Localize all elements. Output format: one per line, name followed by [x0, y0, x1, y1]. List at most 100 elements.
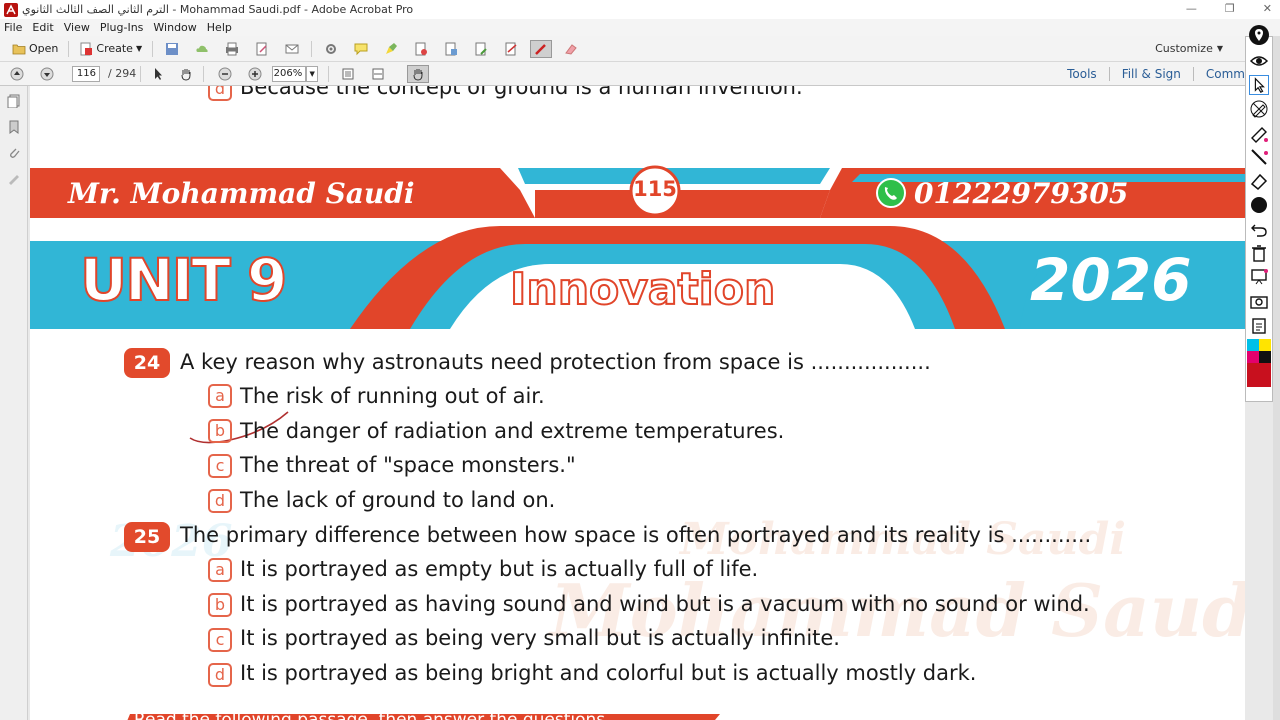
zoom-in-icon[interactable]	[248, 67, 262, 81]
document-page: Mohammad Saudi Mohammad Saudi 2026 d Bec…	[30, 86, 1245, 720]
highlighter-icon[interactable]	[1249, 123, 1269, 143]
open-button[interactable]: Open	[6, 39, 64, 59]
page-number-input[interactable]: 116	[72, 65, 100, 82]
year-label: 2026	[1030, 246, 1192, 314]
select-arrow-icon[interactable]	[151, 67, 165, 81]
question-number-badge: 25	[124, 522, 170, 552]
close-button[interactable]: ✕	[1263, 2, 1272, 15]
eye-icon[interactable]	[1249, 51, 1269, 71]
signatures-icon[interactable]	[7, 172, 21, 186]
maximize-button[interactable]: ❐	[1225, 2, 1235, 15]
option-text: It is portrayed as empty but is actually…	[240, 557, 759, 581]
separator	[152, 40, 154, 57]
previous-page-icon[interactable]	[10, 67, 24, 81]
clipboard-icon[interactable]	[1249, 315, 1269, 335]
separator	[1192, 67, 1194, 81]
line-tool-icon[interactable]	[1249, 147, 1269, 167]
menu-plugins[interactable]: Plug-Ins	[100, 21, 144, 34]
title-bar: الترم الثاني الصف الثالث الثانوي - Moham…	[0, 0, 1280, 19]
open-label: Open	[29, 42, 59, 55]
option-letter-badge: a	[208, 558, 232, 582]
attach-file-icon[interactable]	[444, 42, 458, 56]
stamp-icon[interactable]	[414, 42, 428, 56]
color-swatch-yellow[interactable]	[1259, 339, 1271, 351]
cursor-arrow-icon[interactable]	[1249, 75, 1269, 95]
color-swatch-magenta[interactable]	[1247, 351, 1259, 363]
bottom-section-heading: Read the following passage, then answer …	[134, 710, 606, 720]
color-dot-icon[interactable]	[1249, 195, 1269, 215]
create-label: Create	[96, 42, 133, 55]
create-button[interactable]: Create ▼	[73, 39, 148, 59]
zoom-out-icon[interactable]	[218, 67, 232, 81]
sign-icon[interactable]	[504, 42, 518, 56]
color-swatch-red[interactable]	[1247, 363, 1271, 387]
navigation-toolbar: 116 / 294 206% ▼ Tools Fill & Sign Comm	[0, 62, 1245, 86]
teacher-name: Mr. Mohammad Saudi	[68, 177, 415, 210]
color-swatch-cyan[interactable]	[1247, 339, 1259, 351]
tools-link[interactable]: Tools	[1067, 67, 1097, 81]
upload-cloud-icon[interactable]	[195, 42, 209, 56]
camera-icon[interactable]	[1249, 291, 1269, 311]
vertical-scrollbar[interactable]	[1273, 36, 1280, 720]
folder-icon	[12, 44, 26, 54]
minimize-button[interactable]: —	[1186, 2, 1197, 15]
whiteboard-icon[interactable]	[1249, 267, 1269, 287]
page-thumbnails-icon[interactable]	[7, 94, 21, 108]
question-number-badge: 24	[124, 348, 170, 378]
zoom-dropdown-button[interactable]: ▼	[306, 65, 319, 82]
fit-width-icon[interactable]	[371, 67, 385, 81]
hand-icon	[413, 68, 423, 81]
main-toolbar: Open Create ▼ Customize ▼	[0, 36, 1245, 62]
trash-icon[interactable]	[1249, 243, 1269, 263]
highlight-icon[interactable]	[384, 42, 398, 56]
hand-tool-icon[interactable]	[179, 67, 193, 81]
menu-file[interactable]: File	[4, 21, 22, 34]
unit-title: Innovation	[509, 263, 776, 316]
comment-link[interactable]: Comm	[1206, 67, 1245, 81]
attachments-icon[interactable]	[7, 146, 21, 160]
read-mode-button[interactable]	[407, 64, 430, 83]
menu-bar: File Edit View Plug-Ins Window Help	[0, 19, 1280, 36]
navigation-pane	[0, 86, 28, 720]
option-text: It is portrayed as having sound and wind…	[240, 592, 1090, 616]
zoom-level-input[interactable]: 206%	[272, 65, 307, 82]
next-page-icon[interactable]	[40, 67, 54, 81]
option-text: Because the concept of ground is a human…	[240, 86, 803, 99]
window-title: الترم الثاني الصف الثالث الثانوي - Moham…	[22, 3, 414, 16]
option-letter-badge: b	[208, 419, 232, 443]
bookmark-icon[interactable]	[7, 120, 21, 134]
email-icon[interactable]	[285, 42, 299, 56]
pen-disabled-icon[interactable]	[1249, 99, 1269, 119]
option-letter-badge: b	[208, 593, 232, 617]
color-swatch-black[interactable]	[1259, 351, 1271, 363]
eraser-icon[interactable]	[564, 42, 578, 56]
unit-label: UNIT 9	[79, 245, 288, 315]
menu-view[interactable]: View	[64, 21, 90, 34]
separator	[1108, 67, 1110, 81]
save-icon[interactable]	[165, 42, 179, 56]
edit-document-icon[interactable]	[255, 42, 269, 56]
chevron-down-icon: ▼	[1216, 44, 1223, 53]
fill-sign-link[interactable]: Fill & Sign	[1122, 67, 1181, 81]
customize-button[interactable]: Customize ▼	[1155, 42, 1223, 55]
gear-icon[interactable]	[324, 42, 338, 56]
separator	[140, 65, 142, 82]
option-letter-badge: a	[208, 384, 232, 408]
phone-number: 01222979305	[914, 177, 1129, 210]
customize-label: Customize	[1155, 42, 1213, 55]
comment-icon[interactable]	[354, 42, 368, 56]
menu-help[interactable]: Help	[207, 21, 232, 34]
pencil-tool-button[interactable]	[530, 39, 553, 58]
location-pin-icon[interactable]	[1249, 25, 1269, 45]
print-icon[interactable]	[225, 42, 239, 56]
menu-window[interactable]: Window	[153, 21, 196, 34]
create-pdf-icon	[80, 42, 93, 55]
fit-page-icon[interactable]	[341, 67, 355, 81]
undo-icon[interactable]	[1249, 219, 1269, 239]
eraser-icon[interactable]	[1249, 171, 1269, 191]
color-palette[interactable]	[1247, 339, 1271, 387]
menu-edit[interactable]: Edit	[32, 21, 53, 34]
option-text: It is portrayed as being very small but …	[240, 626, 840, 650]
export-icon[interactable]	[474, 42, 488, 56]
acrobat-icon	[4, 2, 18, 17]
